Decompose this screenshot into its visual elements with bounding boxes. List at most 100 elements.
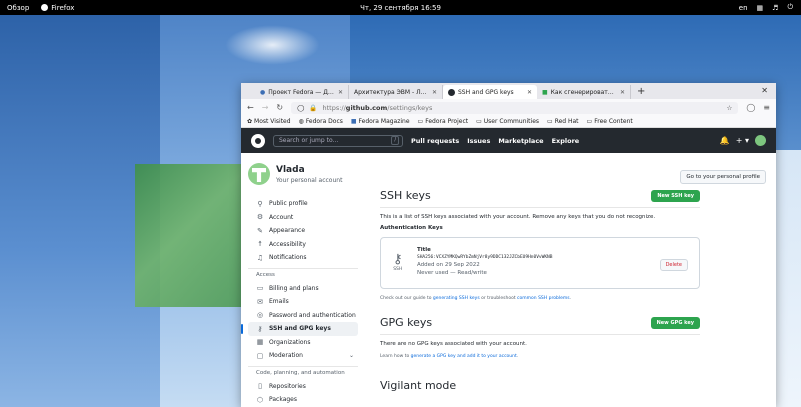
bookmark-fedora-project[interactable]: ▭ Fedora Project (418, 118, 469, 125)
bookmark-label: Fedora Magazine (358, 118, 410, 125)
bookmark-label: Red Hat (554, 118, 579, 125)
bookmark-red-hat[interactable]: ▭ Red Hat (547, 118, 579, 125)
activities-button[interactable]: Обзор (7, 4, 29, 12)
tab-close-icon[interactable]: ✕ (432, 89, 437, 96)
sidebar-item-ssh-gpg-keys[interactable]: ⚷ SSH and GPG keys (241, 322, 358, 336)
sidebar-item-notifications[interactable]: ♫ Notifications (248, 251, 358, 265)
github-logo-icon[interactable] (251, 133, 265, 148)
firefox-window: ● Проект Fedora — Домаш ✕ Архитектура ЭВ… (241, 83, 776, 407)
bookmark-user-communities[interactable]: ▭ User Communities (476, 118, 539, 125)
new-tab-button[interactable]: + (631, 85, 651, 99)
forward-icon[interactable]: → (262, 103, 269, 112)
nav-pull-requests[interactable]: Pull requests (411, 137, 459, 145)
github-icon (448, 88, 455, 96)
repo-icon: ▯ (258, 382, 262, 391)
organization-icon: ▦ (256, 338, 264, 347)
sidebar-item-label: SSH and GPG keys (269, 325, 331, 333)
sidebar-item-billing[interactable]: ▭ Billing and plans (248, 282, 358, 296)
url-host: github.com (345, 103, 388, 112)
gpg-learn-text: Learn how to generate a GPG key and add … (380, 354, 700, 359)
tab-strip: ● Проект Fedora — Домаш ✕ Архитектура ЭВ… (241, 83, 776, 99)
nav-issues[interactable]: Issues (467, 137, 490, 145)
bookmark-free-content[interactable]: ▭ Free Content (587, 118, 633, 125)
pocket-icon[interactable]: ◯ (746, 103, 755, 112)
guide-text: . (569, 296, 572, 301)
tab-label: Проект Fedora — Домаш (268, 88, 335, 96)
lock-icon[interactable]: 🔒 (309, 104, 317, 112)
url-path: /settings/keys (387, 103, 433, 112)
sidebar-item-repositories[interactable]: ▯ Repositories (248, 380, 358, 394)
back-icon[interactable]: ← (247, 103, 254, 112)
power-icon[interactable]: ⏻ (787, 3, 793, 12)
tab-fedora[interactable]: ● Проект Fedora — Домаш ✕ (255, 85, 349, 99)
auth-keys-heading: Authentication Keys (380, 225, 443, 231)
notifications-bell-icon[interactable]: 🔔 (720, 136, 730, 145)
key-title: Title (417, 247, 431, 253)
main-panel: SSH keys New SSH key This is a list of S… (380, 189, 700, 392)
sidebar-item-label: Account (269, 213, 294, 221)
search-placeholder: Search or jump to... (279, 137, 339, 144)
create-new-plus-icon[interactable]: + ▾ (736, 136, 749, 145)
accessibility-icon: ☨ (258, 240, 262, 249)
sidebar-item-label: Moderation (269, 352, 303, 360)
magazine-icon: ■ (350, 118, 357, 125)
tab-label: SSH and GPG keys (458, 88, 514, 96)
gpg-empty-text: There are no GPG keys associated with yo… (380, 341, 527, 347)
person-icon: ⚲ (257, 199, 263, 208)
ssh-description: This is a list of SSH keys associated wi… (380, 214, 656, 220)
ssh-keys-header: SSH keys New SSH key (380, 189, 700, 208)
new-ssh-key-button[interactable]: New SSH key (651, 189, 700, 202)
sidebar-item-account[interactable]: ⚙ Account (248, 211, 358, 225)
sidebar-item-moderation[interactable]: ▢ Moderation ⌄ (248, 349, 358, 363)
user-avatar-menu[interactable] (755, 135, 766, 146)
tab-generate-ssh[interactable]: ■ Как сгенерировать SSH- ✕ (537, 85, 631, 99)
generate-gpg-key-link[interactable]: generate a GPG key and add it to your ac… (411, 354, 517, 359)
clock[interactable]: Чт, 29 сентября 16:59 (0, 4, 801, 12)
gnome-top-bar: Обзор Firefox Чт, 29 сентября 16:59 en ▦… (0, 0, 801, 15)
tab-label: Архитектура ЭВМ - Лабора (354, 88, 429, 96)
volume-icon[interactable]: ♬ (772, 4, 778, 12)
delete-key-button[interactable]: Delete (659, 259, 688, 271)
network-icon[interactable]: ▦ (757, 4, 764, 12)
url-bar[interactable]: ◯ 🔒 https://github.com/settings/keys ☆ (291, 101, 739, 114)
avatar (248, 163, 270, 185)
sidebar-item-emails[interactable]: ✉ Emails (248, 295, 358, 309)
sidebar-item-organizations[interactable]: ▦ Organizations (248, 336, 358, 350)
language-indicator[interactable]: en (739, 4, 748, 12)
bookmark-most-visited[interactable]: ✿ Most Visited (247, 118, 291, 125)
bookmark-label: User Communities (483, 118, 540, 125)
sidebar-item-packages[interactable]: ⬡ Packages (248, 393, 358, 407)
bookmark-fedora-magazine[interactable]: ■ Fedora Magazine (351, 118, 410, 125)
bookmark-star-icon[interactable]: ☆ (727, 104, 733, 112)
fedora-icon: ◍ (298, 118, 304, 125)
key-usage: Never used — Read/write (417, 270, 487, 276)
ssh-key-badge: ⚷ SSH (393, 252, 403, 272)
nav-explore[interactable]: Explore (552, 137, 580, 145)
bookmark-fedora-docs[interactable]: ◍ Fedora Docs (299, 118, 343, 125)
new-gpg-key-button[interactable]: New GPG key (650, 316, 700, 329)
sidebar-heading-access: Access (248, 267, 358, 282)
tab-close-icon[interactable]: ✕ (338, 89, 343, 96)
github-search-input[interactable]: Search or jump to... / (273, 134, 403, 147)
sidebar-item-appearance[interactable]: ✎ Appearance (248, 224, 358, 238)
tab-close-icon[interactable]: ✕ (527, 89, 532, 96)
generating-ssh-keys-link[interactable]: generating SSH keys (433, 296, 480, 301)
sidebar-item-accessibility[interactable]: ☨ Accessibility (248, 238, 358, 252)
tab-ssh-gpg-keys[interactable]: SSH and GPG keys ✕ (443, 85, 537, 99)
menu-icon[interactable]: ≡ (763, 103, 770, 112)
package-icon: ⬡ (256, 395, 264, 404)
go-to-profile-button[interactable]: Go to your personal profile (680, 170, 766, 184)
common-ssh-problems-link[interactable]: common SSH problems (517, 296, 570, 301)
nav-marketplace[interactable]: Marketplace (498, 137, 543, 145)
sidebar-item-password[interactable]: ◎ Password and authentication (248, 309, 358, 323)
learn-text: . (516, 354, 519, 359)
shield-icon[interactable]: ◯ (297, 104, 304, 112)
tab-close-icon[interactable]: ✕ (620, 89, 625, 96)
sidebar-item-public-profile[interactable]: ⚲ Public profile (248, 197, 358, 211)
tab-architecture[interactable]: Архитектура ЭВМ - Лабора ✕ (349, 85, 443, 99)
credit-card-icon: ▭ (256, 284, 264, 293)
navigation-bar: ← → ↻ ◯ 🔒 https://github.com/settings/ke… (241, 99, 776, 116)
reload-icon[interactable]: ↻ (276, 103, 283, 112)
app-menu[interactable]: Firefox (41, 4, 74, 12)
window-close-icon[interactable]: ✕ (761, 86, 768, 95)
